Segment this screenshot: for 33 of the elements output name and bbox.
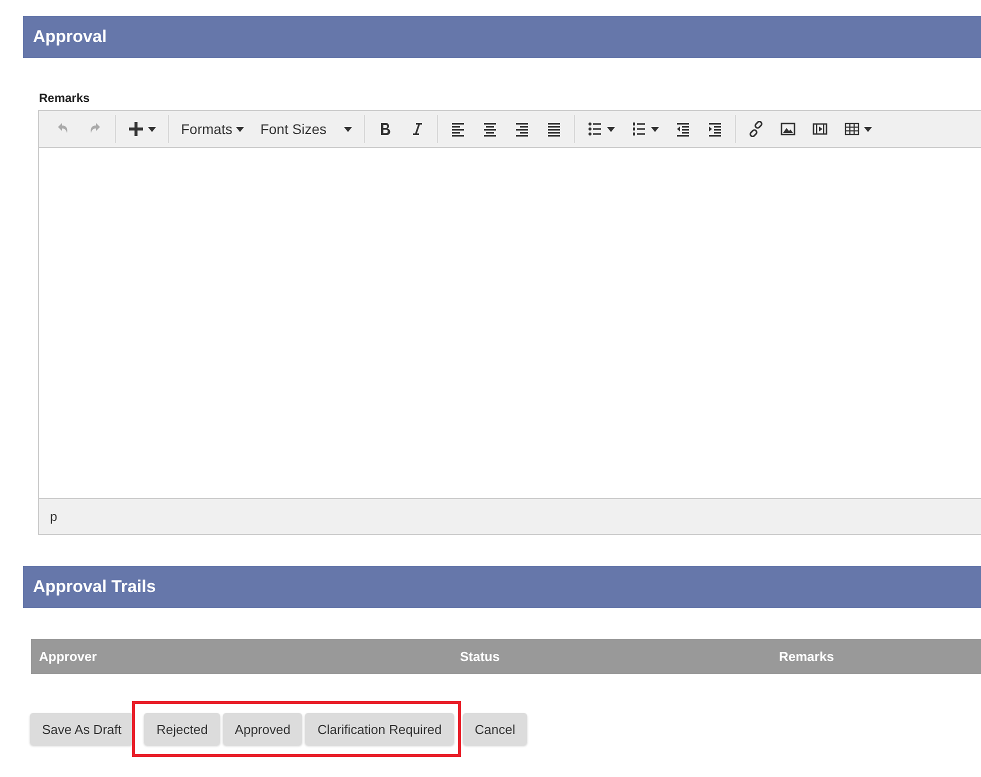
align-center-icon — [482, 121, 498, 137]
toolbar-dropdown[interactable]: Formats — [173, 116, 252, 142]
action-button[interactable]: Clarification Required — [305, 713, 454, 745]
numbered-list-icon — [631, 121, 648, 137]
align-right-icon — [514, 121, 530, 137]
column-header: Status — [459, 649, 501, 664]
toolbar-dropdown[interactable]: Font Sizes — [252, 116, 360, 142]
justify-icon — [546, 121, 562, 137]
column-header: Approver — [38, 649, 98, 664]
action-button[interactable]: Cancel — [462, 713, 528, 745]
caret-icon — [236, 126, 244, 132]
caret-icon — [344, 126, 352, 132]
indent-icon — [707, 121, 724, 137]
image-icon — [780, 121, 796, 137]
action-button[interactable]: Approved — [222, 713, 302, 745]
media-icon — [812, 121, 828, 137]
caret-icon — [148, 126, 156, 132]
element-path[interactable]: p — [50, 509, 58, 524]
align-left-icon — [450, 121, 466, 137]
caret-icon — [651, 126, 660, 132]
section-header: Approval Trails — [23, 566, 981, 608]
caret-icon — [864, 126, 872, 132]
outdent-icon — [675, 121, 692, 137]
caret-icon — [607, 126, 616, 132]
action-button[interactable]: Rejected — [144, 713, 220, 745]
table-icon — [844, 121, 860, 137]
bullet-list-icon — [587, 121, 604, 137]
action-button[interactable]: Save As Draft — [30, 713, 134, 745]
column-header: Remarks — [778, 649, 835, 664]
section-header: Approval — [23, 16, 981, 58]
link-icon — [748, 121, 764, 137]
plus-icon — [128, 121, 144, 137]
field-label: Remarks — [39, 91, 90, 105]
